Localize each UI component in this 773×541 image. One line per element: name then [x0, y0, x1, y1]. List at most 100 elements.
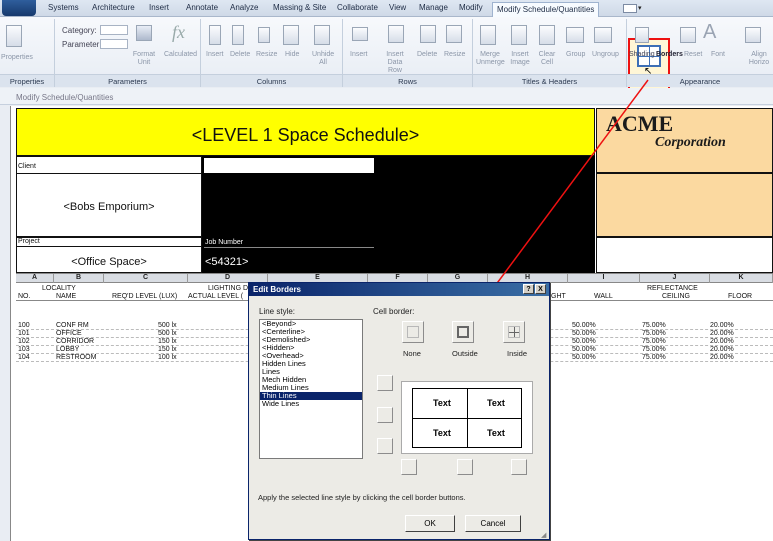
ok-button[interactable]: OK — [405, 515, 455, 532]
col-letter-b[interactable]: B — [54, 274, 104, 283]
insert-column-icon[interactable] — [209, 25, 221, 45]
border-inside-button[interactable] — [503, 321, 525, 343]
table-cell-floor[interactable]: 20.00% — [710, 338, 734, 345]
quick-access-toggle[interactable] — [623, 4, 637, 13]
table-cell-no[interactable]: 100 — [18, 322, 30, 329]
col-letter-a[interactable]: A — [16, 274, 54, 283]
table-cell-name[interactable]: RESTROOM — [56, 354, 96, 361]
header-name[interactable]: NAME — [56, 293, 76, 300]
align-horizontal-icon[interactable] — [745, 27, 761, 43]
border-top-button[interactable] — [377, 375, 393, 391]
table-cell-wall[interactable]: 50.00% — [572, 354, 596, 361]
parameter-dropdown[interactable] — [100, 39, 128, 49]
menu-analyze[interactable]: Analyze — [230, 3, 258, 12]
resize-column-icon[interactable] — [258, 27, 270, 43]
col-letter-j[interactable]: J — [640, 274, 710, 283]
group-icon[interactable] — [566, 27, 584, 43]
table-cell-name[interactable]: OFFICE — [56, 330, 82, 337]
menu-modify[interactable]: Modify — [459, 3, 483, 12]
table-cell-ceiling[interactable]: 75.00% — [642, 354, 666, 361]
calculated-icon[interactable]: fx — [172, 22, 185, 43]
insert-data-row-icon[interactable] — [388, 25, 404, 43]
insert-image-icon[interactable] — [511, 25, 527, 45]
header-ceiling[interactable]: CEILING — [662, 293, 690, 300]
table-cell-ceiling[interactable]: 75.00% — [642, 330, 666, 337]
clear-cell-icon[interactable] — [539, 25, 555, 45]
table-cell-wall[interactable]: 50.00% — [572, 338, 596, 345]
table-cell-no[interactable]: 101 — [18, 330, 30, 337]
table-cell-ceiling[interactable]: 75.00% — [642, 338, 666, 345]
table-cell-name[interactable]: LOBBY — [56, 346, 79, 353]
table-cell-floor[interactable]: 20.00% — [710, 322, 734, 329]
font-icon[interactable]: A — [703, 21, 716, 44]
schedule-title-cell[interactable]: <LEVEL 1 Space Schedule> — [16, 108, 595, 156]
menu-view[interactable]: View — [389, 3, 406, 12]
unhide-column-icon[interactable] — [314, 25, 330, 45]
application-button[interactable] — [2, 0, 36, 16]
resize-grip-icon[interactable]: ◢ — [541, 531, 546, 539]
chevron-down-icon[interactable]: ▾ — [638, 4, 642, 12]
table-cell-no[interactable]: 102 — [18, 338, 30, 345]
logo-lower-cell[interactable] — [596, 173, 773, 237]
menu-massing-site[interactable]: Massing & Site — [273, 3, 326, 12]
line-style-item[interactable]: Wide Lines — [260, 400, 362, 408]
table-cell-wall[interactable]: 50.00% — [572, 346, 596, 353]
header-floor[interactable]: FLOOR — [728, 293, 752, 300]
border-outside-button[interactable] — [452, 321, 474, 343]
table-cell-ceiling[interactable]: 75.00% — [642, 322, 666, 329]
col-letter-k[interactable]: K — [710, 274, 773, 283]
dialog-title[interactable]: Edit Borders — [249, 283, 549, 296]
insert-row-icon[interactable] — [352, 27, 368, 41]
header-wall[interactable]: WALL — [594, 293, 613, 300]
table-cell-floor[interactable]: 20.00% — [710, 330, 734, 337]
col-letter-i[interactable]: I — [568, 274, 640, 283]
hide-column-icon[interactable] — [283, 25, 299, 45]
table-cell-floor[interactable]: 20.00% — [710, 354, 734, 361]
table-cell-no[interactable]: 103 — [18, 346, 30, 353]
menu-architecture[interactable]: Architecture — [92, 3, 135, 12]
logo-bottom-cell[interactable] — [596, 237, 773, 273]
header-no[interactable]: NO. — [18, 293, 30, 300]
table-cell-lux[interactable]: 150 lx — [158, 338, 177, 345]
table-cell-lux[interactable]: 150 lx — [158, 346, 177, 353]
menu-modify-schedule-quantities[interactable]: Modify Schedule/Quantities — [492, 2, 600, 17]
border-bottom-button[interactable] — [377, 438, 393, 454]
border-left-button[interactable] — [401, 459, 417, 475]
white-cell[interactable] — [204, 158, 374, 173]
ungroup-icon[interactable] — [594, 27, 612, 43]
border-middle-v-button[interactable] — [457, 459, 473, 475]
shading-icon[interactable] — [635, 27, 649, 43]
category-dropdown[interactable] — [100, 25, 128, 35]
header-reqd-level[interactable]: REQ'D LEVEL (LUX) — [112, 293, 177, 300]
menu-collaborate[interactable]: Collaborate — [337, 3, 378, 12]
delete-row-icon[interactable] — [420, 25, 436, 43]
border-right-button[interactable] — [511, 459, 527, 475]
help-icon[interactable]: ? — [523, 284, 534, 294]
menu-annotate[interactable]: Annotate — [186, 3, 218, 12]
border-middle-h-button[interactable] — [377, 407, 393, 423]
close-icon[interactable]: X — [535, 284, 546, 294]
format-unit-icon[interactable] — [136, 25, 152, 41]
table-cell-wall[interactable]: 50.00% — [572, 322, 596, 329]
line-style-list[interactable]: <Beyond> <Centerline> <Demolished> <Hidd… — [259, 319, 363, 459]
table-cell-lux[interactable]: 500 lx — [158, 322, 177, 329]
table-cell-lux[interactable]: 100 lx — [158, 354, 177, 361]
cancel-button[interactable]: Cancel — [465, 515, 521, 532]
header-actual-level[interactable]: ACTUAL LEVEL ( — [188, 293, 243, 300]
resize-row-icon[interactable] — [446, 25, 462, 43]
border-none-button[interactable] — [402, 321, 424, 343]
menu-insert[interactable]: Insert — [149, 3, 169, 12]
delete-column-icon[interactable] — [232, 25, 244, 45]
col-letter-c[interactable]: C — [104, 274, 188, 283]
table-cell-name[interactable]: CORRIDOR — [56, 338, 94, 345]
header-light[interactable]: GHT — [551, 293, 566, 300]
menu-manage[interactable]: Manage — [419, 3, 448, 12]
table-cell-floor[interactable]: 20.00% — [710, 346, 734, 353]
properties-icon[interactable] — [6, 25, 22, 47]
table-cell-ceiling[interactable]: 75.00% — [642, 346, 666, 353]
table-cell-no[interactable]: 104 — [18, 354, 30, 361]
menu-systems[interactable]: Systems — [48, 3, 79, 12]
table-cell-wall[interactable]: 50.00% — [572, 330, 596, 337]
table-cell-lux[interactable]: 500 lx — [158, 330, 177, 337]
reset-icon[interactable] — [680, 27, 696, 43]
